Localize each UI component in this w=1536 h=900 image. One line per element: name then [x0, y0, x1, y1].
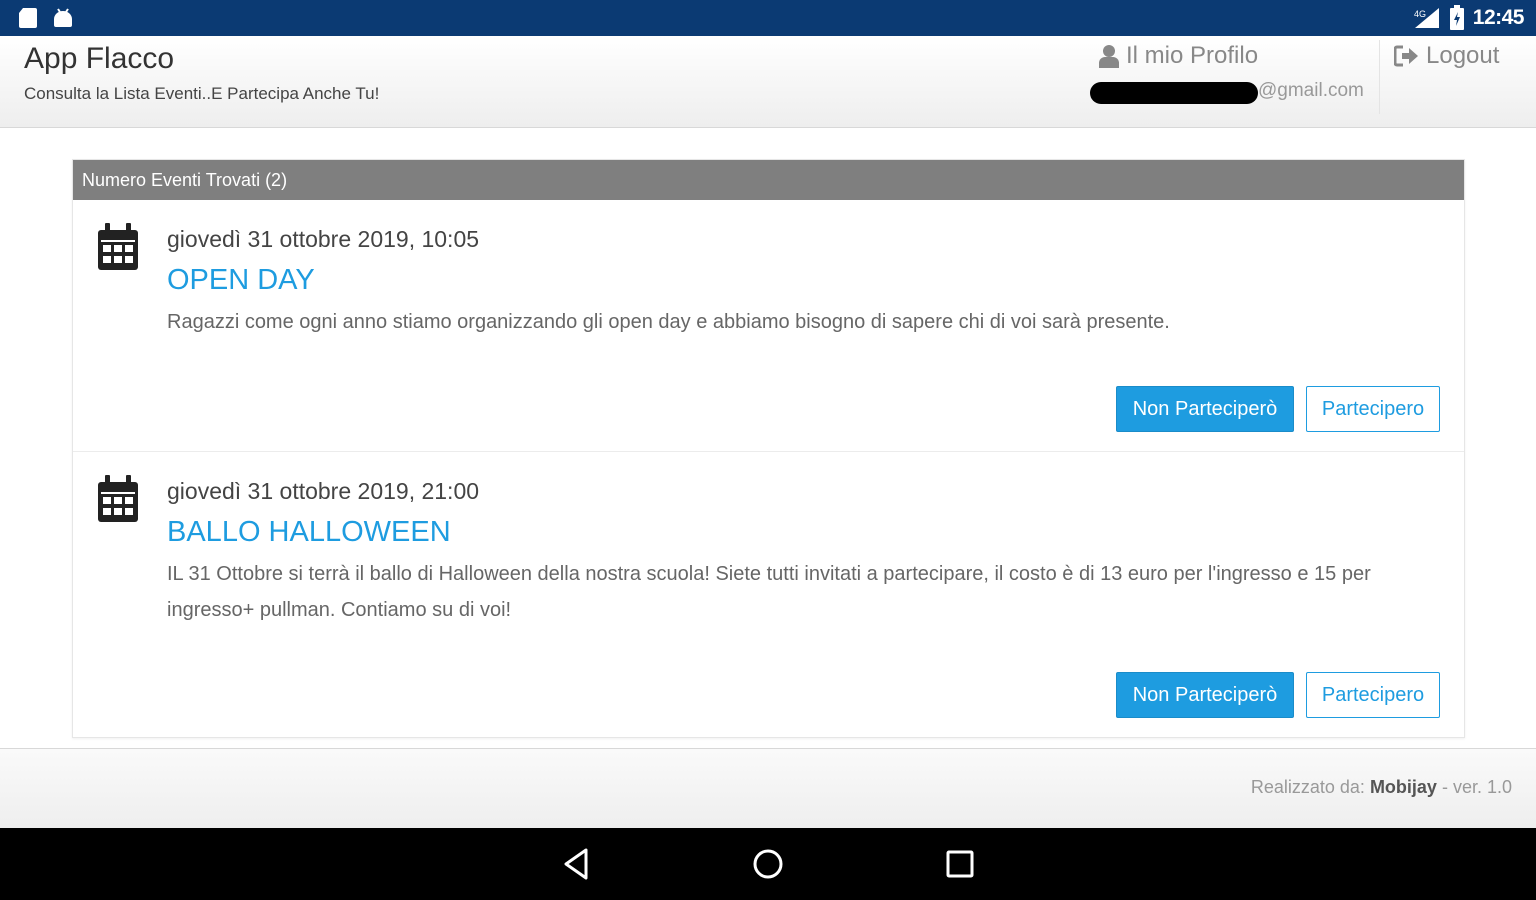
status-bar: 4G 12:45 [0, 0, 1536, 36]
profile-link[interactable]: Il mio Profilo [1098, 42, 1258, 70]
event-item: giovedì 31 ottobre 2019, 10:05 OPEN DAY … [73, 200, 1464, 452]
event-title[interactable]: OPEN DAY [167, 264, 315, 297]
accept-button[interactable]: Partecipero [1306, 386, 1440, 432]
status-time: 12:45 [1472, 6, 1525, 29]
battery-icon [1449, 5, 1464, 30]
footer-credit: Realizzato da: Mobijay - ver. 1.0 [1251, 777, 1512, 798]
calendar-icon [98, 475, 138, 522]
email-suffix: @gmail.com [1258, 80, 1364, 101]
panel-heading: Numero Eventi Trovati (2) [73, 160, 1464, 200]
event-title[interactable]: BALLO HALLOWEEN [167, 516, 451, 549]
logout-label: Logout [1426, 42, 1500, 69]
decline-button[interactable]: Non Parteciperò [1116, 672, 1294, 718]
signal-icon: 4G [1414, 8, 1439, 28]
logout-icon [1394, 45, 1418, 67]
recents-icon[interactable] [942, 846, 978, 882]
svg-text:4G: 4G [1414, 9, 1426, 19]
logout-link[interactable]: Logout [1394, 42, 1499, 70]
event-item: giovedì 31 ottobre 2019, 21:00 BALLO HAL… [73, 452, 1464, 738]
status-left [18, 7, 74, 29]
app-subtitle: Consulta la Lista Eventi..E Partecipa An… [24, 84, 380, 103]
profile-email: @gmail.com [1090, 78, 1370, 106]
status-right: 4G 12:45 [1413, 5, 1525, 31]
footer: Realizzato da: Mobijay - ver. 1.0 [0, 748, 1536, 828]
sd-card-icon [19, 8, 37, 28]
decline-button[interactable]: Non Parteciperò [1116, 386, 1294, 432]
user-icon [1099, 45, 1119, 68]
events-panel: Numero Eventi Trovati (2) giovedì 31 ott… [72, 159, 1465, 738]
accept-button[interactable]: Partecipero [1306, 672, 1440, 718]
footer-brand: Mobijay [1369, 777, 1437, 797]
event-date: giovedì 31 ottobre 2019, 21:00 [167, 478, 480, 504]
calendar-icon [98, 223, 138, 270]
footer-version: - ver. 1.0 [1436, 777, 1512, 797]
navigation-bar [0, 828, 1536, 900]
event-description: Ragazzi come ogni anno stiamo organizzan… [167, 311, 1170, 333]
app-header: App Flacco Consulta la Lista Eventi..E P… [0, 36, 1536, 128]
back-icon[interactable] [558, 846, 594, 882]
android-icon [54, 8, 72, 27]
home-icon[interactable] [750, 846, 786, 882]
profile-label: Il mio Profilo [1126, 42, 1259, 69]
footer-prefix: Realizzato da: [1250, 777, 1370, 797]
app-title[interactable]: App Flacco [24, 42, 174, 76]
event-description: IL 31 Ottobre si terrà il ballo di Hallo… [167, 563, 1371, 621]
event-date: giovedì 31 ottobre 2019, 10:05 [167, 226, 480, 252]
profile-block: Il mio Profilo @gmail.com [1090, 40, 1380, 114]
redacted-email [1090, 82, 1258, 104]
